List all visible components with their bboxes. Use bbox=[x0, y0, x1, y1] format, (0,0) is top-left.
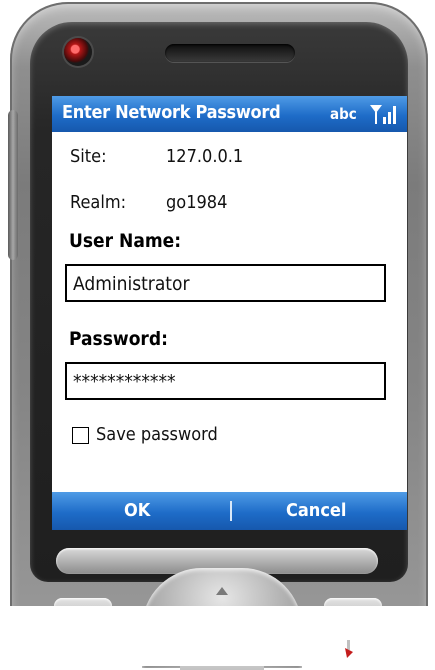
save-password-checkbox[interactable] bbox=[72, 427, 89, 444]
input-mode-indicator[interactable]: abc bbox=[330, 105, 357, 123]
site-value: 127.0.0.1 bbox=[166, 146, 244, 167]
torn-paper-edge bbox=[0, 606, 435, 666]
ok-softkey[interactable]: OK bbox=[124, 500, 150, 521]
realm-value: go1984 bbox=[166, 192, 228, 213]
user-name-label: User Name: bbox=[69, 230, 182, 252]
decorative-mark bbox=[345, 640, 353, 658]
side-volume-button[interactable] bbox=[8, 110, 18, 260]
earpiece-speaker bbox=[165, 44, 295, 62]
phone-screen: Enter Network Password abc Site: 127.0.0… bbox=[52, 96, 407, 530]
realm-label: Realm: bbox=[70, 192, 127, 213]
softkey-divider bbox=[230, 501, 232, 521]
site-label: Site: bbox=[70, 146, 107, 167]
save-password-label: Save password bbox=[96, 424, 218, 445]
user-name-field[interactable]: Administrator bbox=[65, 264, 386, 302]
password-label: Password: bbox=[69, 328, 168, 350]
password-field[interactable]: ************ bbox=[65, 362, 386, 400]
title-bar: Enter Network Password abc bbox=[52, 96, 407, 132]
dialog-title: Enter Network Password bbox=[62, 102, 281, 123]
up-arrow-icon bbox=[216, 587, 228, 595]
softkey-bar: OK Cancel bbox=[52, 492, 407, 530]
camera-lens bbox=[64, 38, 92, 66]
signal-strength-icon bbox=[370, 105, 396, 124]
cancel-softkey[interactable]: Cancel bbox=[286, 500, 346, 521]
